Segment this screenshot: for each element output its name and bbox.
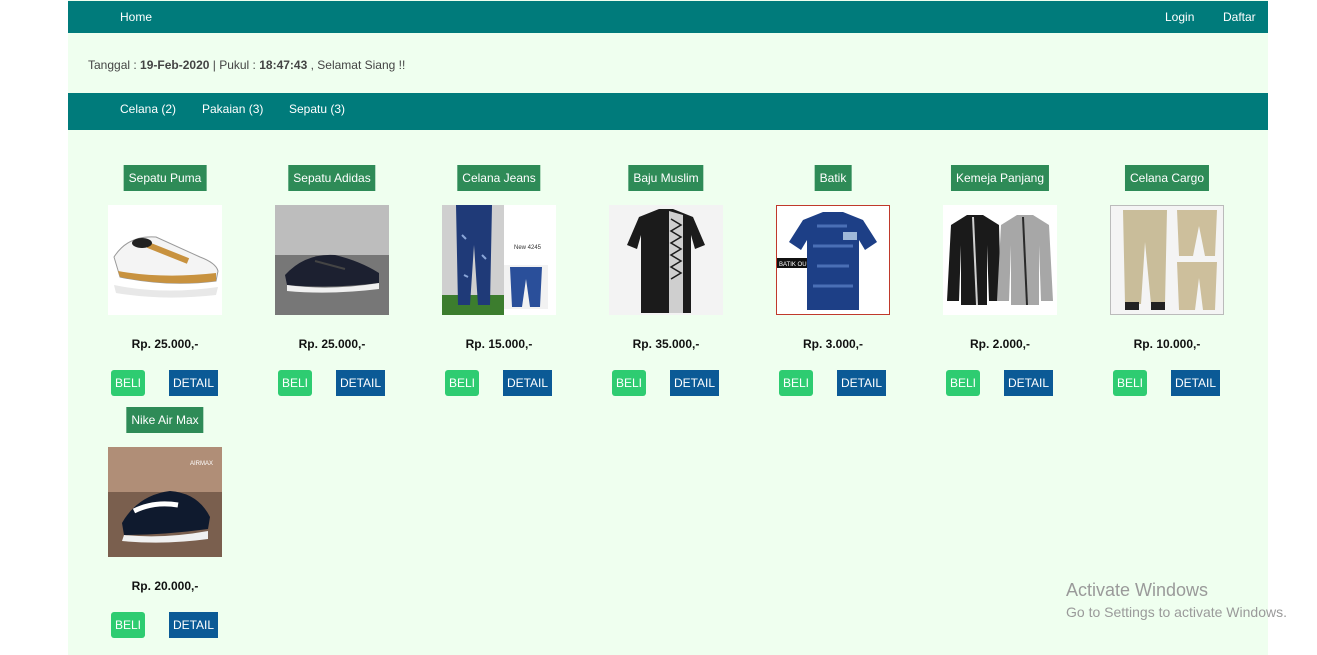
product-card: Celana Jeans New 4245 Rp. 15.000,- BELI … (419, 165, 579, 405)
product-image-shirt[interactable] (609, 205, 723, 315)
product-price: Rp. 25.000,- (298, 337, 366, 351)
product-image-shirt[interactable]: BATIK OU (776, 205, 890, 315)
product-image-shoe[interactable] (108, 205, 222, 315)
buy-button[interactable]: BELI (1113, 370, 1147, 396)
time-label: | Pukul : (209, 58, 260, 72)
category-link-celana[interactable]: Celana (2) (120, 102, 176, 116)
product-title: Kemeja Panjang (950, 165, 1050, 191)
product-price: Rp. 25.000,- (131, 337, 199, 351)
detail-button[interactable]: DETAIL (1171, 370, 1220, 396)
windows-activation-watermark-subtitle: Go to Settings to activate Windows. (1066, 604, 1287, 620)
product-image-shirt[interactable] (943, 205, 1057, 315)
product-card: Sepatu Adidas Rp. 25.000,- BELI DETAIL (252, 165, 412, 405)
product-title: Baju Muslim (628, 165, 704, 191)
product-card: Batik BATIK OU Rp. 3.000,- BELI DETAIL (753, 165, 913, 405)
time-value: 18:47:43 (259, 58, 308, 72)
detail-button[interactable]: DETAIL (837, 370, 886, 396)
buy-button[interactable]: BELI (445, 370, 479, 396)
buy-button[interactable]: BELI (111, 370, 145, 396)
detail-button[interactable]: DETAIL (670, 370, 719, 396)
product-card: Baju Muslim Rp. 35.000,- BELI DETAIL (586, 165, 746, 405)
product-price: Rp. 35.000,- (632, 337, 700, 351)
product-image-jeans[interactable]: New 4245 (442, 205, 556, 315)
product-price: Rp. 15.000,- (465, 337, 533, 351)
greeting-text: , Selamat Siang !! (307, 58, 406, 72)
detail-button[interactable]: DETAIL (1004, 370, 1053, 396)
windows-activation-watermark-title: Activate Windows (1066, 580, 1209, 600)
nike-tag: AIRMAX (190, 461, 213, 467)
detail-button[interactable]: DETAIL (503, 370, 552, 396)
date-time-bar: Tanggal : 19-Feb-2020 | Pukul : 18:47:43… (88, 58, 405, 72)
detail-button[interactable]: DETAIL (169, 612, 218, 638)
detail-button[interactable]: DETAIL (336, 370, 385, 396)
category-link-pakaian[interactable]: Pakaian (3) (202, 102, 263, 116)
product-image-shoe[interactable] (275, 205, 389, 315)
buy-button[interactable]: BELI (278, 370, 312, 396)
product-card: Nike Air Max AIRMAX Rp. 20.000,- BELI DE… (85, 407, 245, 647)
product-price: Rp. 2.000,- (969, 337, 1031, 351)
date-value: 19-Feb-2020 (140, 58, 210, 72)
product-title: Celana Jeans (457, 165, 541, 191)
product-title: Nike Air Max (126, 407, 204, 433)
nav-home-link[interactable]: Home (120, 10, 152, 24)
buy-button[interactable]: BELI (779, 370, 813, 396)
buy-button[interactable]: BELI (946, 370, 980, 396)
product-card: Sepatu Puma Rp. 25.000,- BELI DETAIL (85, 165, 245, 405)
product-title: Sepatu Puma (123, 165, 207, 191)
page-container: Home Login Daftar Tanggal : 19-Feb-2020 … (68, 0, 1268, 655)
nav-register-link[interactable]: Daftar (1223, 10, 1256, 24)
product-title: Celana Cargo (1124, 165, 1210, 191)
product-image-pants[interactable] (1110, 205, 1224, 315)
detail-button[interactable]: DETAIL (169, 370, 218, 396)
nav-login-link[interactable]: Login (1165, 10, 1194, 24)
category-link-sepatu[interactable]: Sepatu (3) (289, 102, 345, 116)
batik-tag: BATIK OU (779, 262, 807, 268)
product-card: Kemeja Panjang Rp. 2.000,- BELI DETAIL (920, 165, 1080, 405)
top-navbar: Home Login Daftar (68, 1, 1268, 33)
product-price: Rp. 20.000,- (131, 579, 199, 593)
category-navbar: Celana (2) Pakaian (3) Sepatu (3) (68, 93, 1268, 130)
buy-button[interactable]: BELI (111, 612, 145, 638)
product-title: Batik (814, 165, 852, 191)
date-label: Tanggal : (88, 58, 141, 72)
product-image-shoe[interactable]: AIRMAX (108, 447, 222, 557)
product-price: Rp. 3.000,- (802, 337, 864, 351)
buy-button[interactable]: BELI (612, 370, 646, 396)
product-title: Sepatu Adidas (288, 165, 376, 191)
jeans-tag: New 4245 (514, 245, 542, 251)
product-price: Rp. 10.000,- (1133, 337, 1201, 351)
product-card: Celana Cargo Rp. 10.000,- BELI DETAIL (1087, 165, 1247, 405)
